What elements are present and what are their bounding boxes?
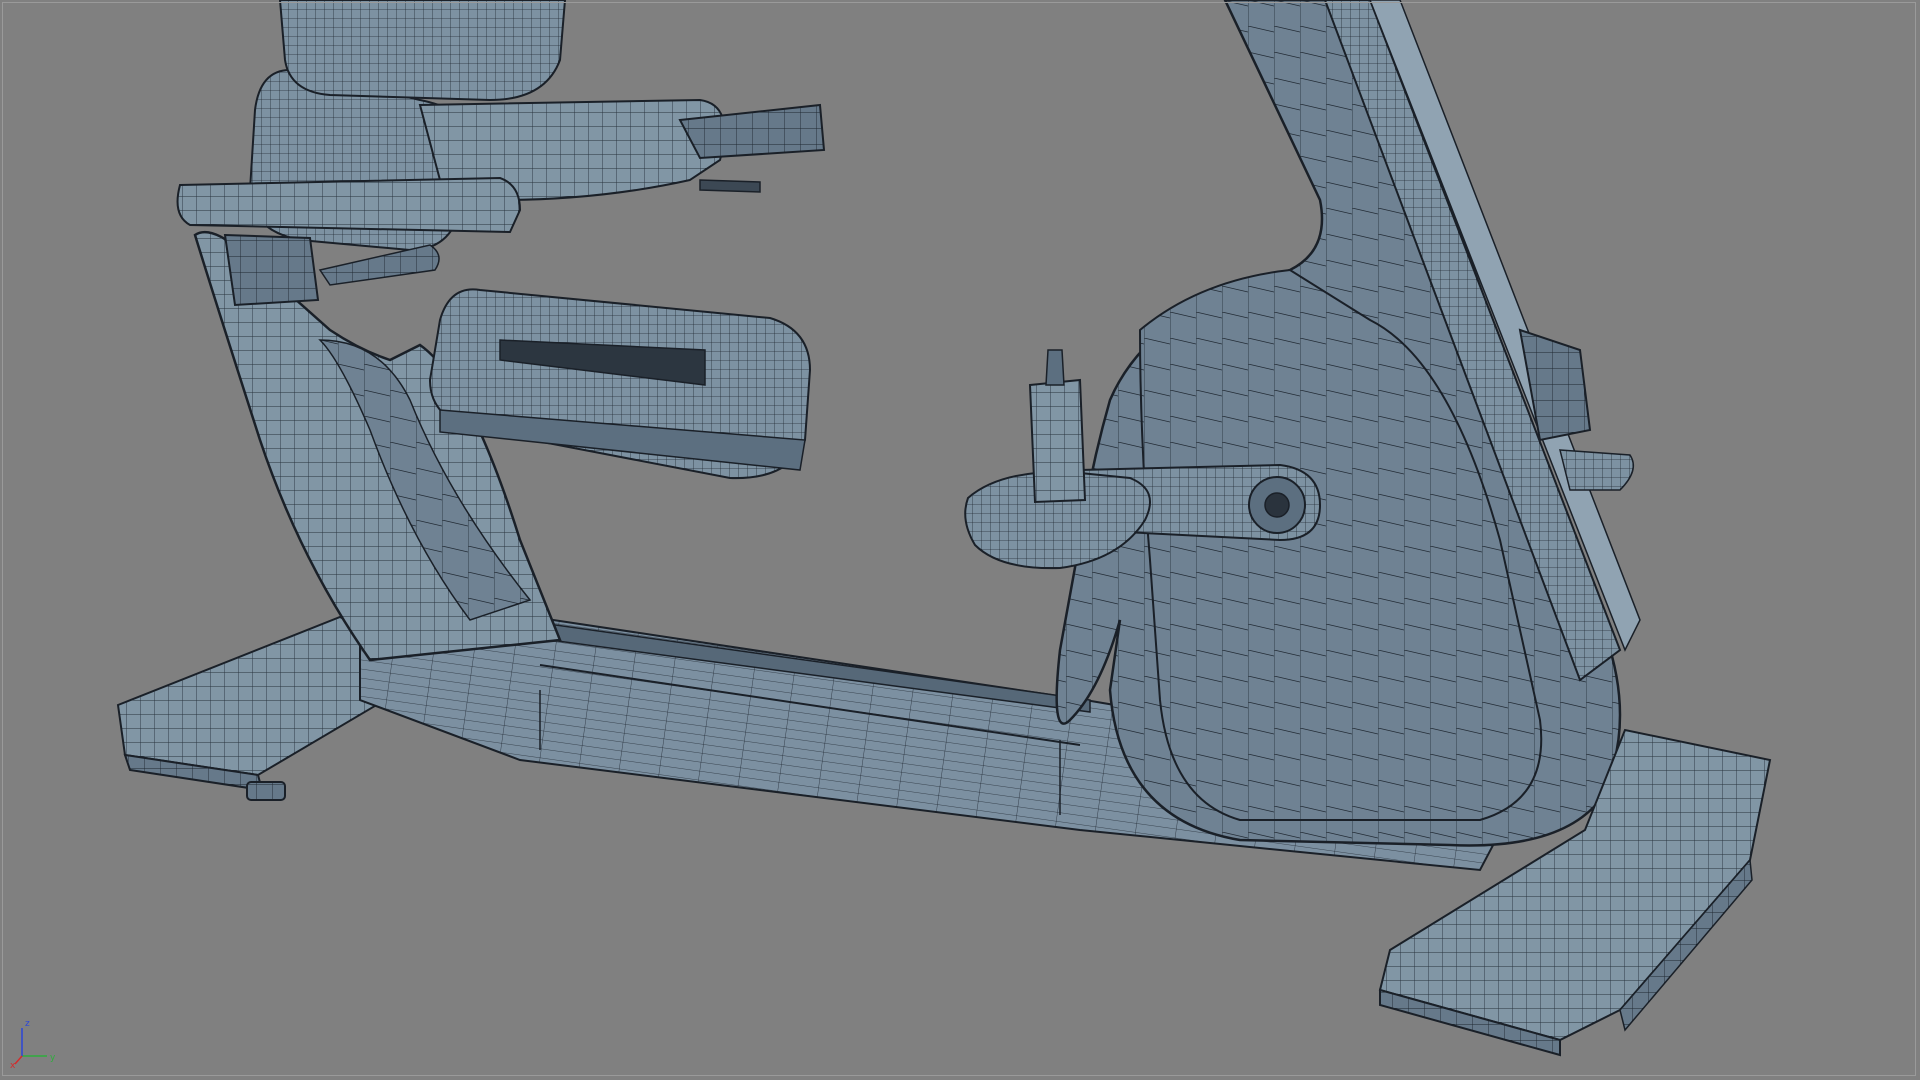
axis-y-label: y <box>50 1053 56 1063</box>
axis-z-label: z <box>25 1019 30 1029</box>
3d-viewport[interactable]: x y z <box>0 0 1920 1080</box>
axis-indicator: x y z <box>10 1019 56 1071</box>
axis-x-label: x <box>10 1061 16 1071</box>
axis-x-line <box>14 1055 23 1065</box>
backrest <box>278 0 567 102</box>
bike-model-render: x y z <box>10 0 1772 1071</box>
